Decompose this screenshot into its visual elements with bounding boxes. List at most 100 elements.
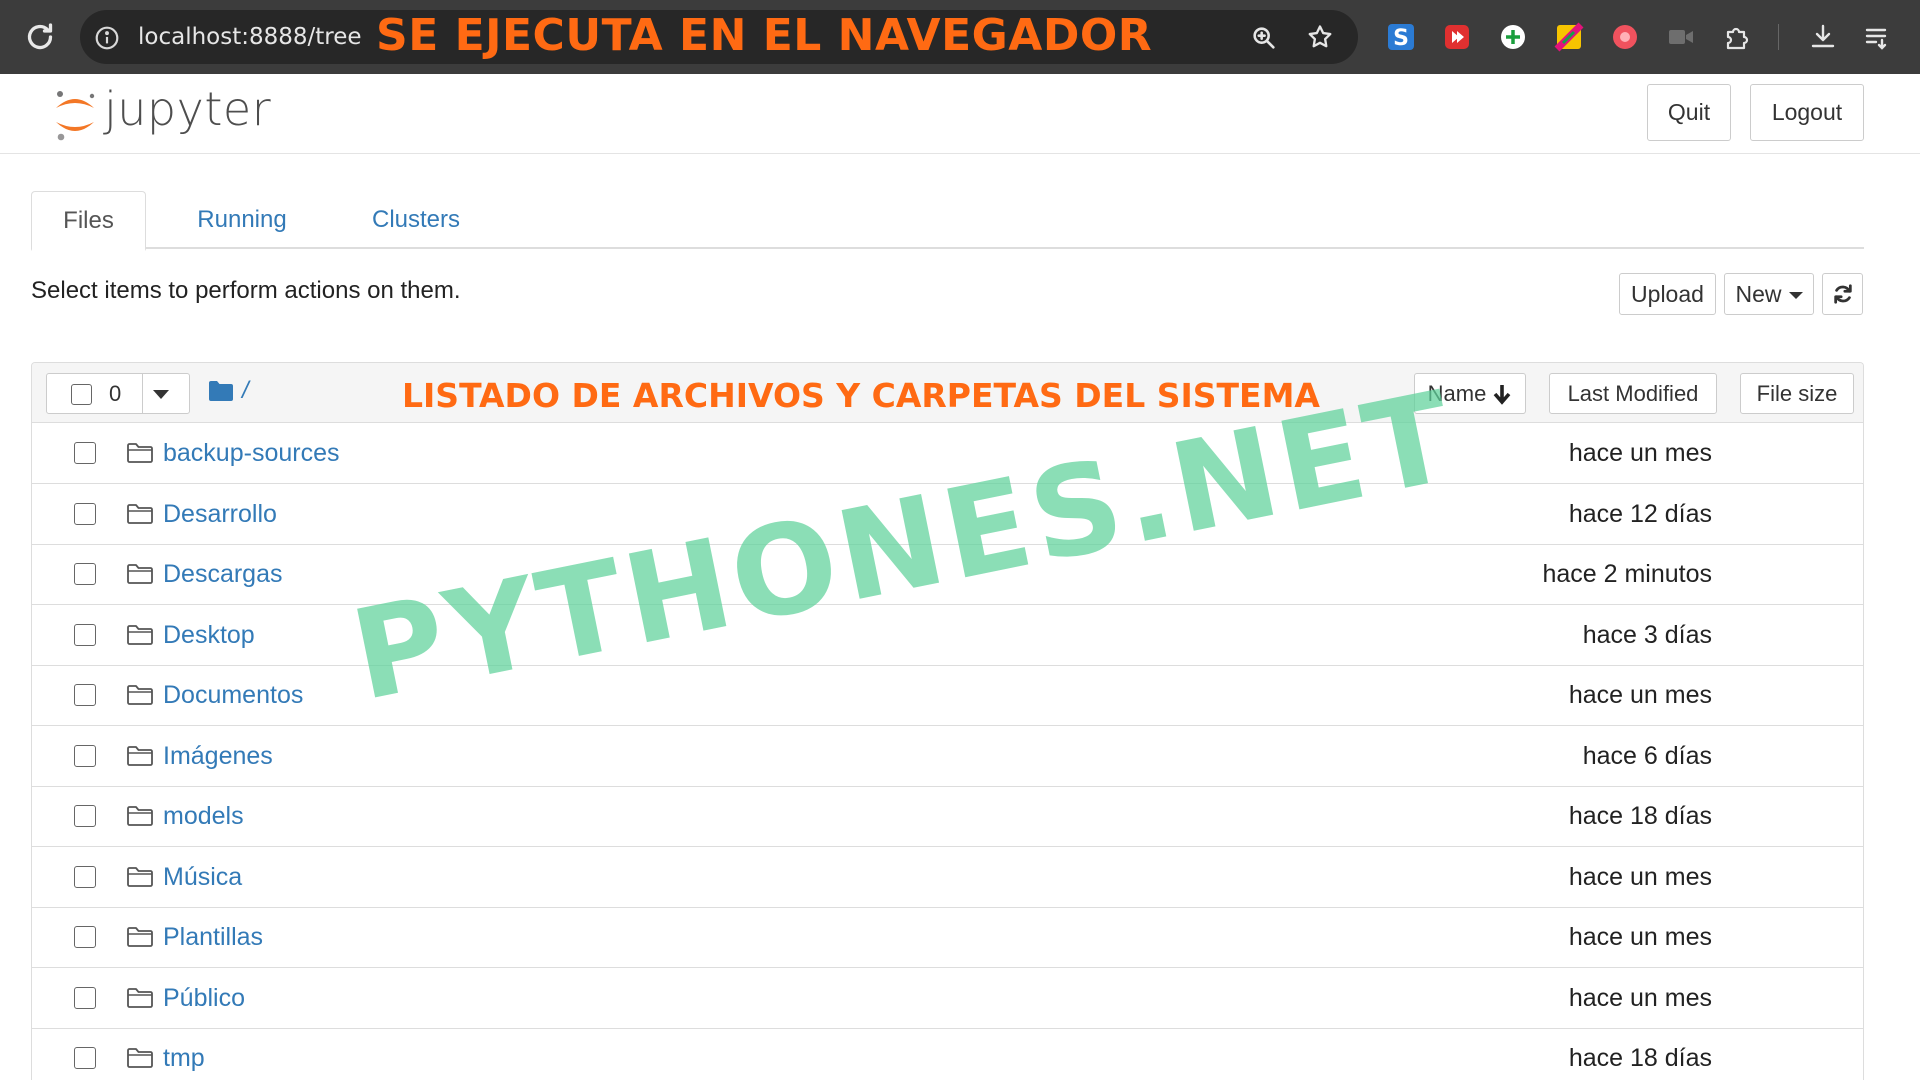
item-modified: hace un mes: [1568, 923, 1712, 951]
extension-s-icon[interactable]: S: [1386, 22, 1416, 52]
item-modified: hace 2 minutos: [1542, 560, 1712, 588]
table-row[interactable]: Documentos hace un mes: [32, 666, 1863, 726]
download-icon[interactable]: [1808, 22, 1838, 52]
new-dropdown-button[interactable]: New: [1724, 273, 1814, 315]
quit-button[interactable]: Quit: [1647, 84, 1731, 141]
item-modified: hace 12 días: [1568, 499, 1712, 528]
sort-by-size-button[interactable]: File size: [1740, 373, 1854, 414]
item-link[interactable]: Plantillas: [163, 923, 263, 952]
file-list-header: 0 / LISTADO DE ARCHIVOS Y CARPETAS DEL S…: [32, 363, 1863, 423]
video-camera-icon[interactable]: [1666, 22, 1696, 52]
select-menu-caret-icon[interactable]: [153, 390, 169, 399]
table-row[interactable]: Descargas hace 2 minutos: [32, 545, 1863, 605]
table-row[interactable]: models hace 18 días: [32, 787, 1863, 847]
item-modified: hace 3 días: [1582, 620, 1712, 649]
extension-media-icon[interactable]: [1442, 22, 1472, 52]
bookmark-star-icon[interactable]: [1306, 23, 1334, 51]
folder-icon: [127, 745, 153, 766]
selected-count: 0: [109, 381, 122, 406]
reading-list-icon[interactable]: [1862, 22, 1892, 52]
folder-icon: [127, 806, 153, 826]
extensions-puzzle-icon[interactable]: [1722, 22, 1752, 52]
zoom-icon[interactable]: [1250, 24, 1278, 52]
extension-record-icon[interactable]: [1610, 22, 1640, 52]
tab-bar: Files Running Clusters: [31, 191, 1864, 251]
extension-add-icon[interactable]: [1498, 22, 1528, 52]
row-checkbox[interactable]: [74, 442, 96, 464]
select-all-checkbox[interactable]: [71, 384, 92, 405]
tab-clusters[interactable]: Clusters: [336, 191, 496, 249]
item-link[interactable]: tmp: [163, 1044, 205, 1073]
sort-by-modified-button[interactable]: Last Modified: [1549, 373, 1717, 414]
tab-files[interactable]: Files: [31, 191, 146, 251]
arrow-down-icon: [1493, 384, 1511, 405]
folder-icon: [127, 685, 153, 705]
table-row[interactable]: Público hace un mes: [32, 968, 1863, 1029]
item-link[interactable]: models: [163, 802, 244, 831]
upload-button[interactable]: Upload: [1619, 273, 1716, 315]
folder-icon: [127, 1048, 153, 1068]
refresh-icon: [1833, 284, 1852, 304]
table-row[interactable]: Plantillas hace un mes: [32, 908, 1863, 968]
breadcrumb-root[interactable]: /: [242, 377, 249, 405]
table-row[interactable]: Imágenes hace 6 días: [32, 726, 1863, 787]
row-checkbox[interactable]: [74, 926, 96, 948]
new-button-label: New: [1735, 280, 1782, 307]
selection-hint: Select items to perform actions on them.: [31, 277, 461, 304]
item-link[interactable]: backup-sources: [163, 439, 339, 468]
overlay-banner-top: SE EJECUTA EN EL NAVEGADOR: [376, 10, 1153, 61]
svg-text:S: S: [1393, 26, 1409, 51]
item-modified: hace un mes: [1568, 862, 1712, 891]
item-modified: hace un mes: [1568, 439, 1712, 467]
row-checkbox[interactable]: [74, 865, 96, 888]
table-row[interactable]: Música hace un mes: [32, 847, 1863, 908]
item-link[interactable]: Desktop: [163, 621, 255, 650]
select-divider: [142, 374, 143, 413]
row-checkbox[interactable]: [74, 805, 96, 827]
select-all-group: 0: [46, 373, 190, 414]
row-checkbox[interactable]: [74, 744, 96, 767]
item-link[interactable]: Descargas: [163, 560, 283, 589]
row-checkbox[interactable]: [74, 563, 96, 585]
file-list: 0 / LISTADO DE ARCHIVOS Y CARPETAS DEL S…: [31, 362, 1864, 1080]
table-row[interactable]: Desarrollo hace 12 días: [32, 484, 1863, 545]
row-checkbox[interactable]: [74, 986, 96, 1009]
extension-color-picker-icon[interactable]: [1554, 22, 1584, 52]
item-link[interactable]: Música: [163, 863, 242, 892]
table-row[interactable]: backup-sources hace un mes: [32, 424, 1863, 484]
item-modified: hace 18 días: [1568, 1044, 1712, 1072]
row-checkbox[interactable]: [74, 623, 96, 646]
refresh-button[interactable]: [1822, 273, 1863, 315]
site-info-icon[interactable]: [94, 25, 120, 51]
url-text[interactable]: localhost:8888/tree: [138, 24, 362, 50]
row-checkbox[interactable]: [74, 684, 96, 706]
folder-solid-icon[interactable]: [208, 380, 234, 402]
item-link[interactable]: Público: [163, 984, 245, 1013]
folder-icon: [127, 503, 153, 524]
item-link[interactable]: Desarrollo: [163, 500, 277, 529]
folder-icon: [127, 564, 153, 584]
overlay-banner-list: LISTADO DE ARCHIVOS Y CARPETAS DEL SISTE…: [402, 376, 1320, 415]
item-link[interactable]: Imágenes: [163, 742, 273, 771]
item-modified: hace un mes: [1568, 681, 1712, 709]
folder-icon: [127, 987, 153, 1008]
item-link[interactable]: Documentos: [163, 681, 303, 710]
browser-toolbar: localhost:8888/tree S SE EJECUTA EN EL N…: [0, 0, 1920, 74]
item-modified: hace un mes: [1568, 983, 1712, 1012]
jupyter-logo-icon[interactable]: [50, 86, 100, 142]
toolbar-divider: [1778, 24, 1779, 50]
sort-by-name-button[interactable]: Name: [1414, 373, 1526, 414]
reload-icon[interactable]: [22, 19, 58, 55]
table-row[interactable]: tmp hace 18 días: [32, 1029, 1863, 1080]
row-checkbox[interactable]: [74, 1047, 96, 1069]
row-checkbox[interactable]: [74, 502, 96, 525]
sort-name-label: Name: [1427, 380, 1487, 406]
logout-button[interactable]: Logout: [1750, 84, 1864, 141]
jupyter-logo-text[interactable]: jupyter: [104, 82, 271, 136]
folder-icon: [127, 624, 153, 645]
folder-icon: [127, 927, 153, 947]
folder-icon: [127, 866, 153, 887]
item-modified: hace 18 días: [1568, 802, 1712, 830]
tab-running[interactable]: Running: [177, 191, 307, 249]
table-row[interactable]: Desktop hace 3 días: [32, 605, 1863, 666]
